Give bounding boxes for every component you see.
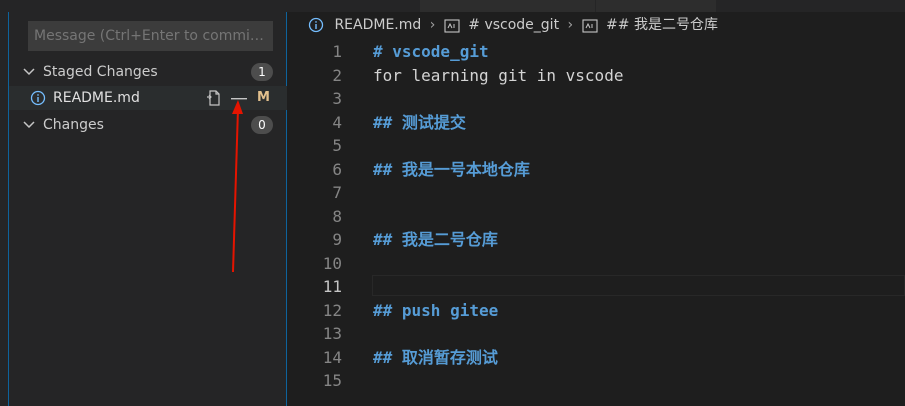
- editor-line[interactable]: 14 ## 取消暂存测试: [288, 346, 905, 369]
- breadcrumb: README.md › # vscode_git › ## 我是二号仓库: [308, 14, 718, 36]
- staged-file-name: README.md: [53, 90, 140, 106]
- open-file-icon[interactable]: [205, 89, 223, 107]
- line-number: 5: [332, 136, 342, 155]
- staged-file-item[interactable]: README.md M: [9, 86, 287, 110]
- line-number: 8: [332, 206, 342, 226]
- changes-count-badge: 0: [251, 116, 273, 134]
- unstage-changes-icon[interactable]: [230, 89, 248, 107]
- line-content: # vscode_git: [373, 42, 489, 61]
- line-number: 11: [322, 277, 342, 296]
- chevron-right-icon: ›: [567, 17, 574, 33]
- editor-line[interactable]: 3: [288, 87, 905, 110]
- staged-count-badge: 1: [251, 63, 273, 81]
- editor-line[interactable]: 12 ## push gitee: [288, 299, 905, 322]
- editor-line[interactable]: 5: [288, 134, 905, 157]
- line-content: ## 测试提交: [373, 112, 466, 132]
- changes-label: Changes: [43, 117, 104, 133]
- line-number: 7: [332, 183, 342, 202]
- line-content: ## push gitee: [373, 300, 499, 320]
- editor-line[interactable]: 4 ## 测试提交: [288, 111, 905, 134]
- string-symbol-icon: [582, 18, 598, 33]
- chevron-down-icon: [23, 60, 37, 84]
- editor-line[interactable]: 13: [288, 322, 905, 345]
- line-content: ## 我是一号本地仓库: [373, 159, 530, 179]
- editor-line[interactable]: 10: [288, 252, 905, 275]
- tab-strip-right: [717, 0, 905, 12]
- info-icon: [308, 17, 324, 33]
- line-number: 10: [322, 253, 342, 273]
- line-number: 15: [322, 371, 342, 390]
- line-number: 12: [322, 300, 342, 320]
- line-number: 13: [322, 324, 342, 343]
- editor-line[interactable]: 15: [288, 369, 905, 392]
- tab-strip-left: [0, 0, 288, 12]
- staged-changes-label: Staged Changes: [43, 64, 158, 80]
- line-content: ## 取消暂存测试: [373, 347, 498, 367]
- line-number: 4: [332, 112, 342, 132]
- source-control-panel: Staged Changes 1 README.md M Changes 0: [0, 12, 287, 406]
- editor-line[interactable]: 1 # vscode_git: [288, 40, 905, 63]
- string-symbol-icon: [444, 18, 460, 33]
- current-line-highlight: [372, 275, 905, 296]
- commit-message-input[interactable]: [28, 21, 273, 51]
- tab-strip: [0, 0, 905, 12]
- chevron-right-icon: ›: [429, 17, 436, 33]
- line-content: for learning git in vscode: [373, 65, 624, 85]
- line-number: 9: [332, 230, 342, 249]
- line-content: ## 我是二号仓库: [373, 230, 498, 249]
- breadcrumb-file[interactable]: README.md: [334, 14, 421, 36]
- line-number: 14: [322, 347, 342, 367]
- line-number: 6: [332, 159, 342, 179]
- editor-line[interactable]: 9 ## 我是二号仓库: [288, 228, 905, 251]
- editor-tab[interactable]: [596, 0, 716, 12]
- editor-line[interactable]: 8: [288, 205, 905, 228]
- breadcrumb-symbol-2[interactable]: ## 我是二号仓库: [606, 14, 718, 36]
- line-number: 2: [332, 65, 342, 85]
- editor-line[interactable]: 7: [288, 181, 905, 204]
- breadcrumb-symbol-1[interactable]: # vscode_git: [468, 14, 559, 36]
- line-number: 3: [332, 89, 342, 108]
- changes-header[interactable]: Changes 0: [9, 113, 287, 137]
- line-number: 1: [332, 42, 342, 61]
- editor-tab[interactable]: [420, 0, 595, 12]
- editor-line[interactable]: 11: [288, 275, 905, 298]
- staged-changes-header[interactable]: Staged Changes 1: [9, 60, 287, 84]
- code-editor[interactable]: 1 # vscode_git 2 for learning git in vscode…: [288, 40, 905, 406]
- editor-line[interactable]: 2 for learning git in vscode: [288, 64, 905, 87]
- info-icon: [30, 90, 46, 106]
- editor-line[interactable]: 6 ## 我是一号本地仓库: [288, 158, 905, 181]
- chevron-down-icon: [23, 113, 37, 137]
- modified-status-badge: M: [257, 90, 270, 105]
